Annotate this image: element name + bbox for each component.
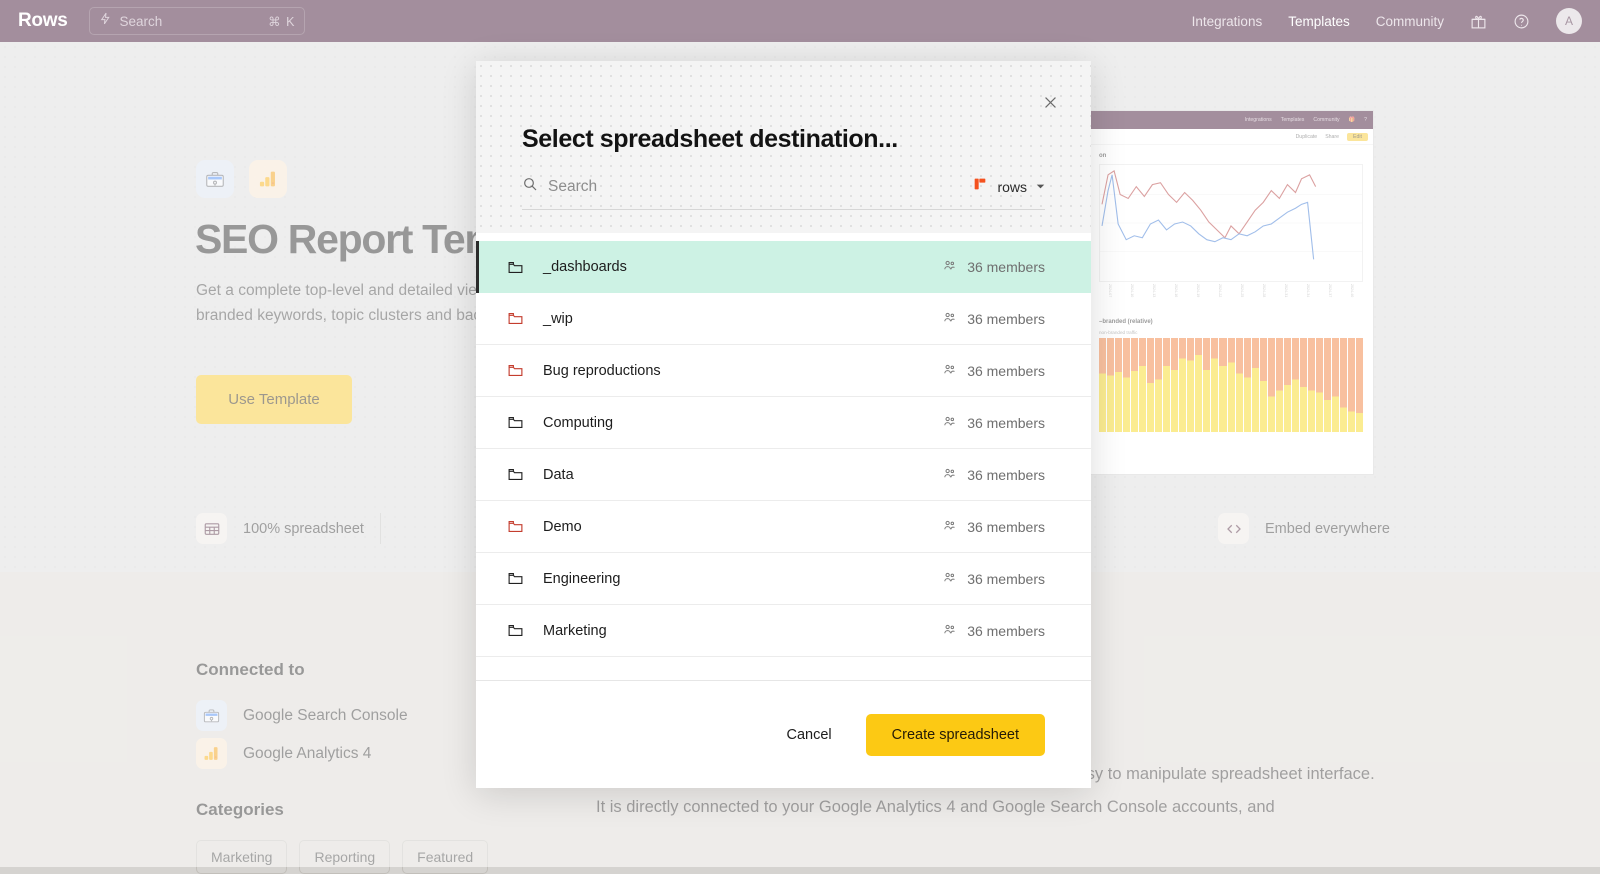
members-count: 36 members — [967, 311, 1045, 327]
folder-members: 36 members — [942, 414, 1045, 432]
search-input[interactable] — [548, 178, 962, 196]
folder-name: Bug reproductions — [543, 363, 942, 379]
rows-logo-icon — [972, 176, 988, 197]
folder-icon — [507, 310, 527, 327]
folder-list[interactable]: _dashboards36 members_wip36 membersBug r… — [476, 233, 1091, 680]
folder-row[interactable]: Computing 36 members — [476, 397, 1091, 449]
folder-row[interactable]: Bug reproductions 36 members — [476, 345, 1091, 397]
folder-members: 36 members — [942, 570, 1045, 588]
members-count: 36 members — [967, 571, 1045, 587]
folder-icon — [507, 362, 527, 379]
members-count: 36 members — [967, 363, 1045, 379]
folder-members: 36 members — [942, 622, 1045, 640]
folder-icon — [507, 518, 527, 535]
members-icon — [942, 310, 957, 328]
members-count: 36 members — [967, 467, 1045, 483]
folder-icon — [507, 414, 527, 431]
folder-row[interactable]: _wip 36 members — [476, 293, 1091, 345]
folder-members: 36 members — [942, 518, 1045, 536]
members-icon — [942, 466, 957, 484]
folder-row[interactable]: Data 36 members — [476, 449, 1091, 501]
members-icon — [942, 414, 957, 432]
members-count: 36 members — [967, 259, 1045, 275]
folder-members: 36 members — [942, 466, 1045, 484]
folder-members: 36 members — [942, 258, 1045, 276]
members-icon — [942, 258, 957, 276]
folder-icon — [507, 622, 527, 639]
members-icon — [942, 518, 957, 536]
folder-row[interactable]: Engineering 36 members — [476, 553, 1091, 605]
folder-name: Marketing — [543, 623, 942, 639]
folder-icon — [507, 259, 527, 276]
close-icon[interactable] — [1037, 89, 1063, 115]
cancel-button[interactable]: Cancel — [781, 717, 838, 753]
members-icon — [942, 362, 957, 380]
modal-title: Select spreadsheet destination... — [522, 125, 1045, 154]
folder-members: 36 members — [942, 310, 1045, 328]
folder-name: _dashboards — [543, 259, 942, 275]
members-icon — [942, 622, 957, 640]
members-count: 36 members — [967, 415, 1045, 431]
members-icon — [942, 570, 957, 588]
folder-row[interactable]: _dashboards 36 members — [476, 241, 1091, 293]
members-count: 36 members — [967, 519, 1045, 535]
members-count: 36 members — [967, 623, 1045, 639]
create-spreadsheet-button[interactable]: Create spreadsheet — [866, 714, 1045, 756]
folder-icon — [507, 570, 527, 587]
folder-row[interactable]: Marketing 36 members — [476, 605, 1091, 657]
folder-name: Data — [543, 467, 942, 483]
workspace-selector[interactable]: rows — [972, 176, 1045, 197]
folder-name: Engineering — [543, 571, 942, 587]
search-icon — [522, 176, 538, 197]
workspace-name: rows — [997, 179, 1027, 195]
modal-footer: Cancel Create spreadsheet — [476, 680, 1091, 788]
chevron-down-icon — [1036, 178, 1045, 196]
folder-row[interactable]: Demo 36 members — [476, 501, 1091, 553]
folder-name: _wip — [543, 311, 942, 327]
folder-name: Demo — [543, 519, 942, 535]
modal-search-row: rows — [522, 176, 1045, 210]
folder-icon — [507, 466, 527, 483]
modal-header: Select spreadsheet destination... rows — [476, 61, 1091, 233]
folder-name: Computing — [543, 415, 942, 431]
select-destination-modal: Select spreadsheet destination... rows _… — [476, 61, 1091, 788]
folder-members: 36 members — [942, 362, 1045, 380]
